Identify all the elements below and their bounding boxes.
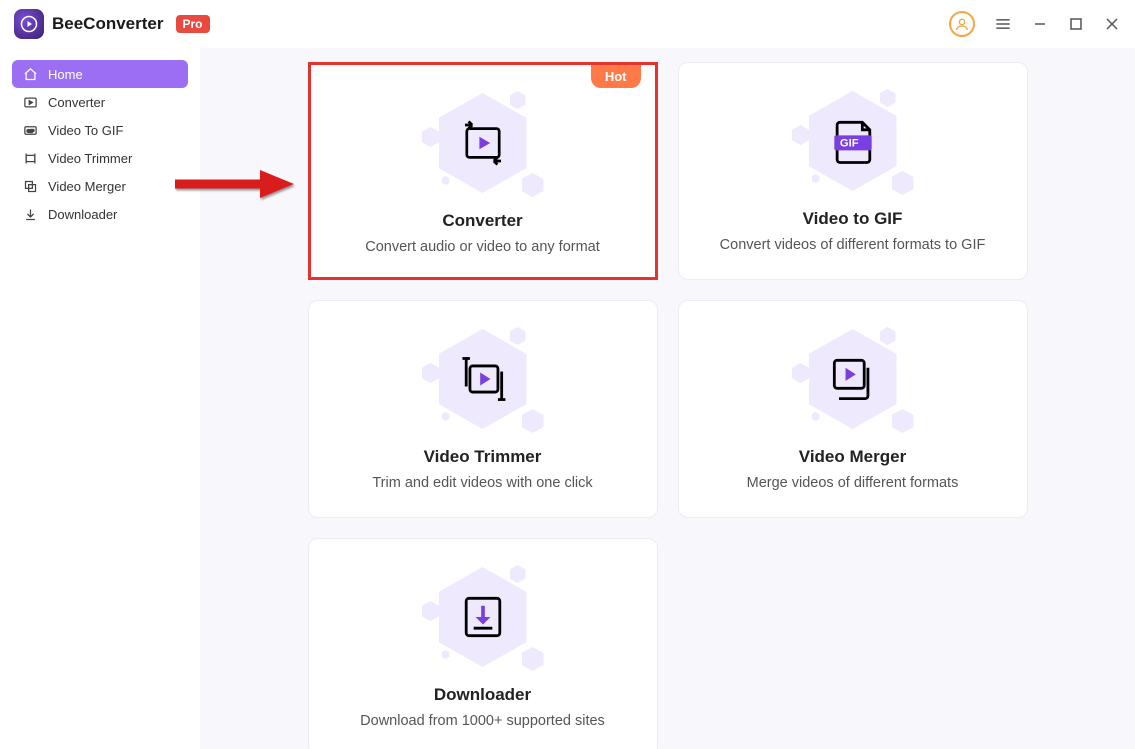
sidebar-item-label: Downloader — [48, 207, 117, 222]
window-minimize-icon[interactable] — [1031, 15, 1049, 33]
title-bar-right — [949, 11, 1121, 37]
download-icon — [22, 206, 38, 222]
card-grid: Hot Converter Convert audio or video to … — [308, 62, 1028, 749]
sidebar-item-label: Converter — [48, 95, 105, 110]
card-video-trimmer[interactable]: Video Trimmer Trim and edit videos with … — [308, 300, 658, 518]
hot-badge: Hot — [591, 65, 641, 88]
sidebar-item-converter[interactable]: Converter — [12, 88, 188, 116]
card-illustration — [778, 319, 928, 439]
card-description: Convert audio or video to any format — [365, 239, 600, 255]
sidebar-item-video-to-gif[interactable]: GIF Video To GIF — [12, 116, 188, 144]
card-illustration — [408, 319, 558, 439]
sidebar-item-label: Video To GIF — [48, 123, 123, 138]
app-logo-area: BeeConverter Pro — [14, 9, 210, 39]
sidebar-item-video-trimmer[interactable]: Video Trimmer — [12, 144, 188, 172]
card-description: Convert videos of different formats to G… — [720, 237, 986, 253]
pro-badge: Pro — [176, 15, 210, 33]
card-illustration — [408, 557, 558, 677]
card-title: Video to GIF — [803, 209, 903, 229]
gif-icon: GIF — [22, 122, 38, 138]
card-title: Converter — [442, 211, 522, 231]
sidebar-item-label: Home — [48, 67, 83, 82]
svg-text:GIF: GIF — [26, 128, 34, 133]
card-illustration: GIF — [778, 81, 928, 201]
card-description: Download from 1000+ supported sites — [360, 713, 605, 729]
converter-card-icon — [456, 116, 510, 170]
card-video-merger[interactable]: Video Merger Merge videos of different f… — [678, 300, 1028, 518]
card-title: Downloader — [434, 685, 531, 705]
sidebar-item-label: Video Merger — [48, 179, 126, 194]
card-description: Trim and edit videos with one click — [372, 475, 592, 491]
merger-card-icon — [825, 351, 881, 407]
trim-icon — [22, 150, 38, 166]
card-title: Video Trimmer — [424, 447, 542, 467]
user-profile-icon[interactable] — [949, 11, 975, 37]
hamburger-menu-icon[interactable] — [993, 14, 1013, 34]
card-video-to-gif[interactable]: GIF Video to GIF Convert videos of diffe… — [678, 62, 1028, 280]
card-description: Merge videos of different formats — [747, 475, 959, 491]
sidebar-item-label: Video Trimmer — [48, 151, 132, 166]
card-title: Video Merger — [799, 447, 906, 467]
convert-icon — [22, 94, 38, 110]
gif-card-icon: GIF — [825, 113, 881, 169]
card-illustration — [408, 83, 558, 203]
window-maximize-icon[interactable] — [1067, 15, 1085, 33]
home-icon — [22, 66, 38, 82]
card-downloader[interactable]: Downloader Download from 1000+ supported… — [308, 538, 658, 749]
svg-text:GIF: GIF — [839, 138, 858, 150]
downloader-card-icon — [455, 589, 511, 645]
main-content: Hot Converter Convert audio or video to … — [200, 48, 1135, 749]
sidebar-item-video-merger[interactable]: Video Merger — [12, 172, 188, 200]
sidebar: Home Converter GIF Video To GIF Video Tr… — [0, 48, 200, 749]
title-bar: BeeConverter Pro — [0, 0, 1135, 48]
merge-icon — [22, 178, 38, 194]
app-name: BeeConverter — [52, 14, 164, 34]
app-logo-icon — [14, 9, 44, 39]
window-close-icon[interactable] — [1103, 15, 1121, 33]
sidebar-item-home[interactable]: Home — [12, 60, 188, 88]
card-converter[interactable]: Hot Converter Convert audio or video to … — [308, 62, 658, 280]
sidebar-item-downloader[interactable]: Downloader — [12, 200, 188, 228]
trimmer-card-icon — [455, 351, 511, 407]
